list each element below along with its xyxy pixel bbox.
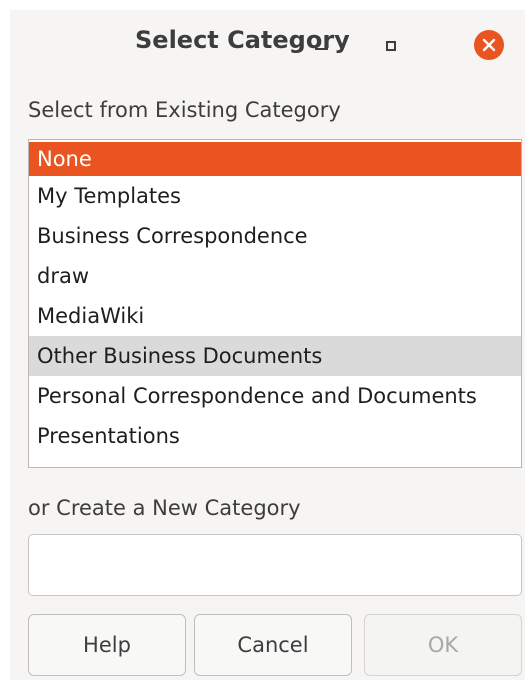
category-list-item[interactable]: Presentations — [29, 416, 521, 456]
new-category-label: or Create a New Category — [28, 496, 301, 520]
title-bar[interactable]: Select Category — [10, 10, 525, 82]
category-list-item[interactable]: draw — [29, 256, 521, 296]
close-button[interactable] — [473, 29, 505, 61]
help-button[interactable]: Help — [28, 614, 186, 676]
category-listbox[interactable]: None My Templates Business Correspondenc… — [28, 139, 522, 468]
category-list-item[interactable]: Other Business Documents — [29, 336, 521, 376]
ok-button[interactable]: OK — [364, 614, 522, 676]
existing-category-label: Select from Existing Category — [28, 98, 341, 122]
close-icon — [474, 30, 504, 60]
maximize-icon — [386, 41, 396, 51]
new-category-input[interactable] — [28, 534, 522, 596]
maximize-button[interactable] — [375, 30, 407, 62]
category-list-item[interactable]: None — [29, 142, 521, 176]
select-category-dialog: Select Category Select from Existing Cat… — [10, 10, 525, 680]
category-list-item[interactable]: My Templates — [29, 176, 521, 216]
minimize-icon — [314, 48, 328, 50]
cancel-button[interactable]: Cancel — [194, 614, 352, 676]
category-list-item[interactable]: Business Correspondence — [29, 216, 521, 256]
category-list-item[interactable]: Personal Correspondence and Documents — [29, 376, 521, 416]
category-list-item[interactable]: MediaWiki — [29, 296, 521, 336]
minimize-button[interactable] — [305, 30, 337, 62]
